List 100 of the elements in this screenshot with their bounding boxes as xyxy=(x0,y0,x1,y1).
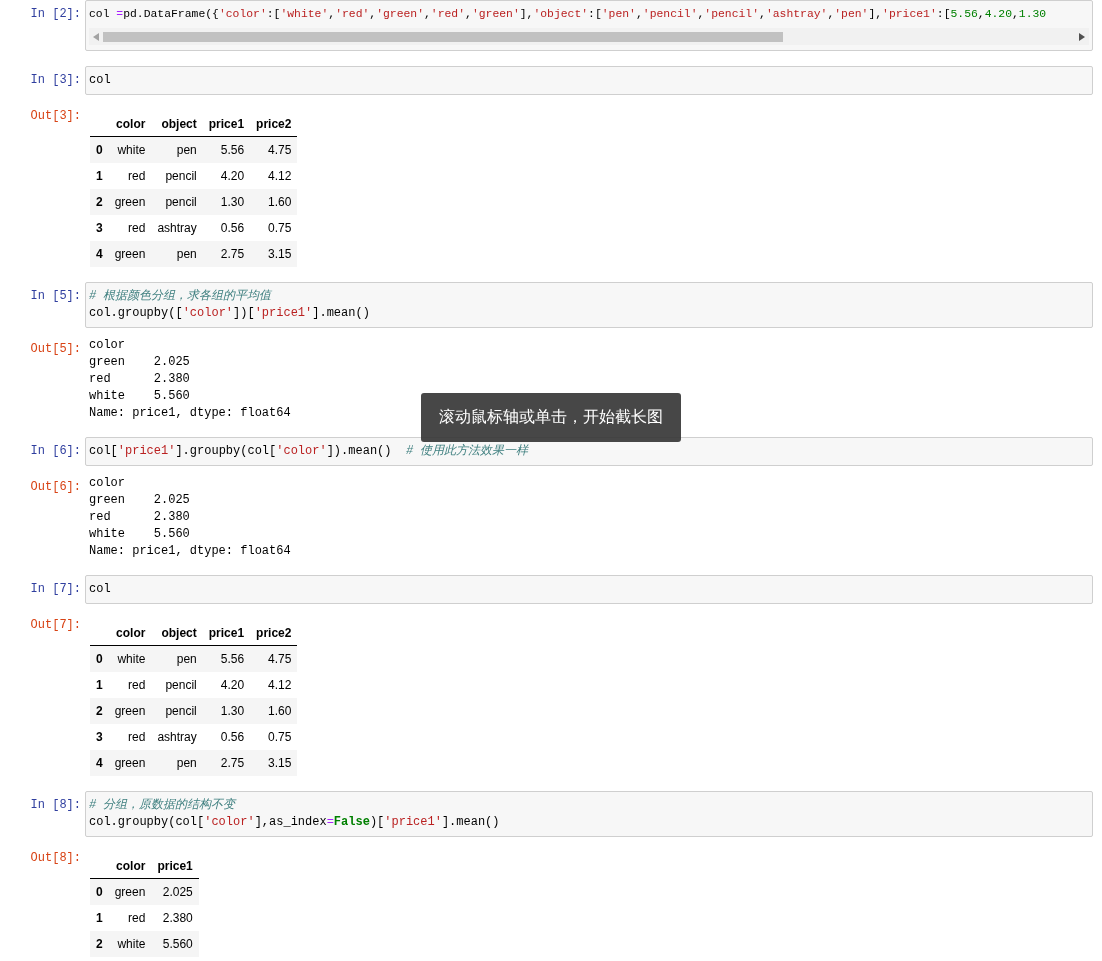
table-cell: pencil xyxy=(151,698,203,724)
row-index: 0 xyxy=(90,136,109,163)
code-line: col.groupby(['color'])['price1'].mean() xyxy=(89,305,371,322)
tooltip: 滚动鼠标轴或单击，开始截长图 xyxy=(421,393,681,442)
table-cell: red xyxy=(108,905,152,931)
code-cell[interactable]: col =pd.DataFrame({'color':['white','red','green','red','green'],'object':['pen','pencil','pencil','ashtray','pen'],'price1':[5.56,4.20,1.30 xyxy=(85,0,1093,51)
column-header: price1 xyxy=(202,112,251,137)
right-arrow-icon[interactable] xyxy=(1079,32,1085,41)
table-cell: 5.560 xyxy=(151,931,199,957)
column-header: color xyxy=(108,621,152,646)
code-cell[interactable]: col['price1'].groupby(col['color']).mean() # 使用此方法效果一样 xyxy=(85,437,1093,466)
row-index: 1 xyxy=(90,163,109,189)
table-cell: pen xyxy=(151,136,203,163)
table-cell: green xyxy=(108,750,152,776)
table-cell: 0.56 xyxy=(202,724,251,750)
input-prompt: In [6]: xyxy=(30,443,82,460)
output-line: color xyxy=(89,337,125,354)
row-index: 3 xyxy=(90,724,109,750)
horizontal-scrollbar[interactable] xyxy=(89,28,1089,45)
table-cell: white xyxy=(108,931,152,957)
row-index: 0 xyxy=(90,645,109,672)
column-header: color xyxy=(108,112,152,137)
scrollbar-thumb[interactable] xyxy=(103,31,783,42)
row-index: 1 xyxy=(90,905,109,931)
table-cell: pencil xyxy=(151,672,203,698)
output-line: red 2.380 xyxy=(89,509,190,526)
table-cell: 2.025 xyxy=(151,878,199,905)
table-cell: green xyxy=(108,189,152,215)
table-cell: 4.20 xyxy=(202,163,251,189)
output-line: white 5.560 xyxy=(89,526,190,543)
table-cell: red xyxy=(108,724,152,750)
code-line: col.groupby(col['color'],as_index=False)['price1'].mean() xyxy=(89,814,501,831)
row-index: 4 xyxy=(90,241,109,267)
table-cell: red xyxy=(108,672,152,698)
table-cell: 1.60 xyxy=(250,698,298,724)
code-cell[interactable]: col xyxy=(85,575,1093,604)
column-header: object xyxy=(151,621,203,646)
table-cell: ashtray xyxy=(151,724,203,750)
code-cell[interactable]: # 根据颜色分组，求各组的平均值 col.groupby(['color'])['price1'].mean() xyxy=(85,282,1093,328)
input-prompt: In [3]: xyxy=(30,72,82,89)
input-prompt: In [7]: xyxy=(30,581,82,598)
code-cell[interactable]: col xyxy=(85,66,1093,95)
code-line: col xyxy=(89,72,112,89)
table-cell: 4.75 xyxy=(250,136,298,163)
row-index: 2 xyxy=(90,189,109,215)
input-prompt: In [5]: xyxy=(30,288,82,305)
output-prompt: Out[7]: xyxy=(30,617,82,634)
code-line: col['price1'].groupby(col['color']).mean() # 使用此方法效果一样 xyxy=(89,443,530,460)
table-cell: 1.60 xyxy=(250,189,298,215)
table-cell: 4.20 xyxy=(202,672,251,698)
code-line: # 根据颜色分组，求各组的平均值 xyxy=(89,288,273,305)
table-cell: ashtray xyxy=(151,215,203,241)
table-cell: red xyxy=(108,215,152,241)
table-cell: green xyxy=(108,241,152,267)
table-cell: 2.75 xyxy=(202,750,251,776)
table-cell: pencil xyxy=(151,163,203,189)
table-cell: 3.15 xyxy=(250,241,298,267)
row-index: 3 xyxy=(90,215,109,241)
output-line: green 2.025 xyxy=(89,354,190,371)
output-prompt: Out[6]: xyxy=(30,479,82,496)
table-cell: pen xyxy=(151,750,203,776)
column-header: price2 xyxy=(250,621,298,646)
column-header: price1 xyxy=(151,854,199,879)
output-line: red 2.380 xyxy=(89,371,190,388)
table-cell: 1.30 xyxy=(202,698,251,724)
left-arrow-icon[interactable] xyxy=(93,32,99,41)
table-cell: 4.12 xyxy=(250,163,298,189)
output-prompt: Out[3]: xyxy=(30,108,82,125)
output-line: Name: price1, dtype: float64 xyxy=(89,543,291,560)
row-index: 2 xyxy=(90,698,109,724)
table-cell: pen xyxy=(151,241,203,267)
column-header: color xyxy=(108,854,152,879)
row-index: 2 xyxy=(90,931,109,957)
table-cell: pencil xyxy=(151,189,203,215)
table-cell: 0.75 xyxy=(250,215,298,241)
code-line: # 分组，原数据的结构不变 xyxy=(89,797,238,814)
table-cell: red xyxy=(108,163,152,189)
table-cell: 0.56 xyxy=(202,215,251,241)
table-cell: 0.75 xyxy=(250,724,298,750)
row-index: 4 xyxy=(90,750,109,776)
table-cell: 1.30 xyxy=(202,189,251,215)
output-line: green 2.025 xyxy=(89,492,190,509)
table-cell: 3.15 xyxy=(250,750,298,776)
table-cell: 4.75 xyxy=(250,645,298,672)
column-header: price2 xyxy=(250,112,298,137)
column-header: price1 xyxy=(202,621,251,646)
table-cell: 2.380 xyxy=(151,905,199,931)
output-line: white 5.560 xyxy=(89,388,190,405)
output-line: color xyxy=(89,475,125,492)
code-line: col xyxy=(89,581,112,598)
table-cell: pen xyxy=(151,645,203,672)
table-cell: 4.12 xyxy=(250,672,298,698)
table-cell: green xyxy=(108,698,152,724)
output-prompt: Out[5]: xyxy=(30,341,82,358)
input-prompt: In [2]: xyxy=(30,6,82,23)
table-cell: 2.75 xyxy=(202,241,251,267)
row-index: 1 xyxy=(90,672,109,698)
column-header: object xyxy=(151,112,203,137)
input-prompt: In [8]: xyxy=(30,797,82,814)
code-cell[interactable]: # 分组，原数据的结构不变 col.groupby(col['color'],as_index=False)['price1'].mean() xyxy=(85,791,1093,837)
